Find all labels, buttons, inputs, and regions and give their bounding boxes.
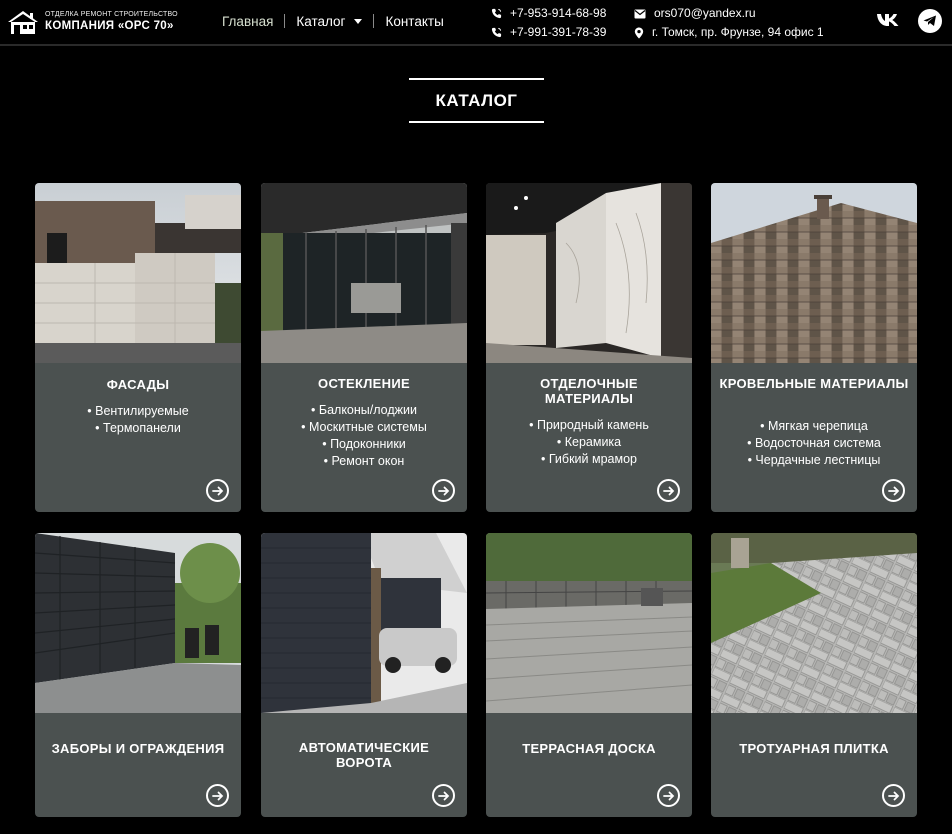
card-title: ФАСАДЫ (106, 377, 170, 392)
card-body: ОСТЕКЛЕНИЕ • Балконы/лоджии • Москитные … (261, 363, 467, 512)
card-title: ЗАБОРЫ И ОГРАЖДЕНИЯ (51, 741, 225, 756)
phone-link-2[interactable]: +7-991-391-78-39 (491, 23, 606, 42)
catalog-card-facades[interactable]: ФАСАДЫ • Вентилируемые • Термопанели (35, 183, 241, 512)
card-item-list: • Балконы/лоджии • Москитные системы • П… (267, 402, 461, 470)
phone-icon (491, 8, 502, 19)
section-title-frame: КАТАЛОГ (409, 78, 544, 123)
chevron-down-icon (354, 19, 363, 25)
header-divider (0, 44, 952, 46)
list-item[interactable]: • Термопанели (41, 420, 235, 437)
card-photo-decking (486, 533, 692, 713)
list-item[interactable]: • Вентилируемые (41, 403, 235, 420)
phone-list: +7-953-914-68-98 +7-991-391-78-39 (491, 4, 606, 42)
arrow-right-icon[interactable] (882, 479, 905, 502)
phone-link-1[interactable]: +7-953-914-68-98 (491, 4, 606, 23)
main-nav: Главная Каталог Контакты (222, 12, 444, 30)
card-title: АВТОМАТИЧЕСКИЕ ВОРОТА (298, 740, 430, 770)
logo[interactable]: ОТДЕЛКА РЕМОНТ СТРОИТЕЛЬСТВО КОМПАНИЯ «О… (6, 8, 196, 36)
card-photo-paving (711, 533, 917, 713)
logo-house-icon (8, 11, 38, 34)
catalog-card-glazing[interactable]: ОСТЕКЛЕНИЕ • Балконы/лоджии • Москитные … (261, 183, 467, 512)
nav-home[interactable]: Главная (222, 14, 273, 29)
list-item[interactable]: • Керамика (492, 434, 686, 451)
list-item[interactable]: • Природный камень (492, 417, 686, 434)
arrow-right-icon[interactable] (432, 479, 455, 502)
catalog-card-fences[interactable]: ЗАБОРЫ И ОГРАЖДЕНИЯ (35, 533, 241, 817)
arrow-right-icon[interactable] (206, 784, 229, 807)
phone-icon (491, 27, 502, 38)
catalog-card-decking[interactable]: ТЕРРАСНАЯ ДОСКА (486, 533, 692, 817)
card-photo-fences (35, 533, 241, 713)
card-title: ОТДЕЛОЧНЫЕ МАТЕРИАЛЫ (540, 376, 638, 406)
list-item[interactable]: • Ремонт окон (267, 453, 461, 470)
list-item[interactable]: • Подоконники (267, 436, 461, 453)
catalog-card-paving[interactable]: ТРОТУАРНАЯ ПЛИТКА (711, 533, 917, 817)
arrow-right-icon[interactable] (206, 479, 229, 502)
card-title: ТРОТУАРНАЯ ПЛИТКА (739, 741, 889, 756)
card-photo-facades (35, 183, 241, 363)
phone-number: +7-953-914-68-98 (510, 6, 607, 20)
nav-divider (284, 14, 286, 28)
card-photo-gates (261, 533, 467, 713)
card-body: ОТДЕЛОЧНЫЕ МАТЕРИАЛЫ • Природный камень … (486, 363, 692, 512)
list-item[interactable]: • Балконы/лоджии (267, 402, 461, 419)
paper-plane-icon (923, 15, 936, 26)
logo-title: КОМПАНИЯ «ОРС 70» (45, 20, 174, 33)
card-item-list: • Мягкая черепица • Водосточная система … (717, 418, 911, 469)
nav-contacts[interactable]: Контакты (385, 14, 443, 29)
arrow-right-icon[interactable] (657, 479, 680, 502)
card-item-list: • Вентилируемые • Термопанели (41, 403, 235, 437)
list-item[interactable]: • Москитные системы (267, 419, 461, 436)
catalog-card-roofing[interactable]: КРОВЕЛЬНЫЕ МАТЕРИАЛЫ • Мягкая черепица •… (711, 183, 917, 512)
list-item[interactable]: • Мягкая черепица (717, 418, 911, 435)
card-body: ТЕРРАСНАЯ ДОСКА (486, 713, 692, 817)
address-text: г. Томск, пр. Фрунзе, 94 офис 1 (652, 25, 824, 39)
page-title: КАТАЛОГ (435, 90, 518, 110)
email-text: ors070@yandex.ru (654, 6, 756, 20)
address-item: г. Томск, пр. Фрунзе, 94 офис 1 (634, 23, 824, 42)
catalog-card-finishing[interactable]: ОТДЕЛОЧНЫЕ МАТЕРИАЛЫ • Природный камень … (486, 183, 692, 512)
card-body: ФАСАДЫ • Вентилируемые • Термопанели (35, 363, 241, 512)
catalog-card-gates[interactable]: АВТОМАТИЧЕСКИЕ ВОРОТА (261, 533, 467, 817)
nav-catalog[interactable]: Каталог (296, 13, 363, 29)
phone-number: +7-991-391-78-39 (510, 25, 607, 39)
card-body: ТРОТУАРНАЯ ПЛИТКА (711, 713, 917, 817)
list-item[interactable]: • Водосточная система (717, 435, 911, 452)
contact-info: ors070@yandex.ru г. Томск, пр. Фрунзе, 9… (634, 4, 824, 42)
arrow-right-icon[interactable] (432, 784, 455, 807)
nav-catalog-label: Каталог (296, 13, 346, 29)
site-header: ОТДЕЛКА РЕМОНТ СТРОИТЕЛЬСТВО КОМПАНИЯ «О… (0, 0, 952, 44)
card-title: ОСТЕКЛЕНИЕ (318, 376, 410, 391)
card-photo-roofing (711, 183, 917, 363)
card-body: АВТОМАТИЧЕСКИЕ ВОРОТА (261, 713, 467, 817)
card-photo-glazing (261, 183, 467, 363)
list-item[interactable]: • Гибкий мрамор (492, 451, 686, 468)
email-icon (634, 9, 646, 18)
list-item[interactable]: • Чердачные лестницы (717, 452, 911, 469)
logo-subtitle: ОТДЕЛКА РЕМОНТ СТРОИТЕЛЬСТВО (45, 11, 178, 19)
card-photo-finishing (486, 183, 692, 363)
card-title: ТЕРРАСНАЯ ДОСКА (522, 741, 656, 756)
email-link[interactable]: ors070@yandex.ru (634, 4, 824, 23)
vk-icon[interactable] (876, 11, 900, 29)
telegram-icon[interactable] (918, 9, 942, 33)
card-item-list: • Природный камень • Керамика • Гибкий м… (492, 417, 686, 468)
arrow-right-icon[interactable] (882, 784, 905, 807)
nav-divider (373, 14, 375, 28)
card-body: КРОВЕЛЬНЫЕ МАТЕРИАЛЫ • Мягкая черепица •… (711, 363, 917, 512)
card-body: ЗАБОРЫ И ОГРАЖДЕНИЯ (35, 713, 241, 817)
arrow-right-icon[interactable] (657, 784, 680, 807)
location-pin-icon (634, 26, 644, 39)
card-title: КРОВЕЛЬНЫЕ МАТЕРИАЛЫ (719, 376, 909, 391)
